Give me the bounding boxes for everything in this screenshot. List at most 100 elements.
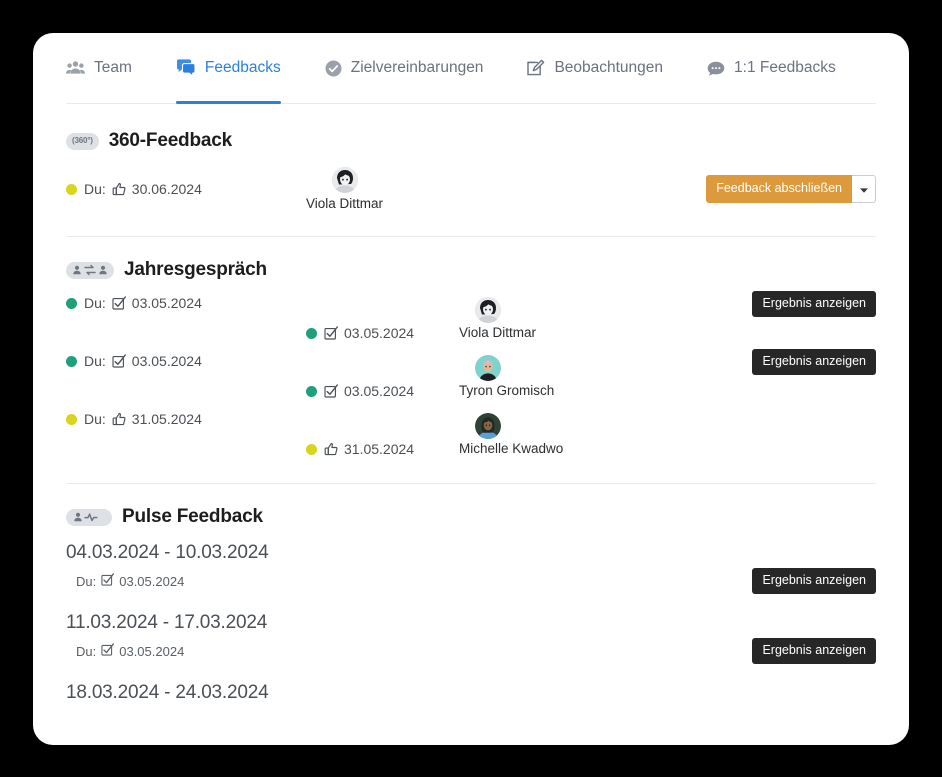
status-dot-green [66, 297, 77, 309]
pencil-square-icon [527, 59, 545, 77]
pulse-row: Du: 03.05.2024 Ergebnis anzeigen [66, 636, 876, 666]
pulse-prefix: Du: [76, 643, 97, 659]
ergebnis-anzeigen-button[interactable]: Ergebnis anzeigen [752, 638, 876, 664]
jahresgespraech-row: Du: 03.05.2024 [66, 347, 876, 405]
person-michelle-kwadwo: Michelle Kwadwo [451, 412, 666, 456]
avatar-michelle-kwadwo [475, 412, 501, 439]
section-jahresgespraech: Jahresgespräch Du: 03.05.2024 03.05.2024… [33, 236, 909, 463]
tab-1-1-feedbacks[interactable]: 1:1 Feedbacks [707, 34, 836, 103]
jahresgespraech-row: Du: 31.05.2024 31.05.2024 Michelle Kwadw… [66, 405, 876, 463]
status-dot-green [306, 327, 317, 339]
check-circle-icon [325, 60, 342, 77]
self-prefix: Du: [84, 295, 106, 311]
peer-date: 03.05.2024 [344, 383, 415, 399]
peer-meta: 31.05.2024 [324, 441, 414, 457]
status-dot-yellow [66, 183, 77, 195]
section-header: (360°) 360-Feedback [66, 130, 876, 152]
status-dot-green [306, 385, 317, 397]
split-button-caret[interactable] [852, 175, 876, 203]
tab-label: 1:1 Feedbacks [734, 59, 836, 77]
person-cell: Viola Dittmar [306, 167, 556, 211]
pulse-date: 03.05.2024 [119, 643, 185, 659]
two-persons-exchange-icon [66, 261, 114, 279]
speech-bubble-dots-icon [707, 61, 725, 76]
checkbox-checked-icon [324, 326, 338, 340]
peer-status-cell: 03.05.2024 [306, 383, 451, 405]
chevron-down-icon [859, 182, 869, 197]
split-button: Feedback abschließen [706, 175, 876, 203]
tab-label: Feedbacks [204, 59, 281, 77]
people-group-icon [66, 60, 85, 76]
peer-status-cell: 03.05.2024 [306, 325, 451, 347]
self-date: 03.05.2024 [131, 353, 202, 369]
checkbox-checked-icon [101, 643, 115, 659]
checkbox-checked-icon [112, 354, 126, 368]
self-status-cell: Du: 03.05.2024 [66, 289, 306, 311]
pulse-date: 03.05.2024 [119, 573, 185, 589]
feedback-row: Du: 30.06.2024 Viola Dittmar Feedback ab… [66, 160, 876, 218]
section-header: Pulse Feedback [66, 506, 876, 528]
tab-zielvereinbarungen[interactable]: Zielvereinbarungen [325, 34, 484, 103]
tab-bar: Team Feedbacks Zielvereinbarungen Beobac… [66, 33, 876, 104]
person-viola-dittmar: Viola Dittmar [451, 296, 666, 340]
person-viola-dittmar: Viola Dittmar [306, 167, 383, 211]
peer-status-cell: 31.05.2024 [306, 441, 451, 463]
feedback-card: Team Feedbacks Zielvereinbarungen Beobac… [33, 33, 909, 745]
pulse-period-range: 04.03.2024 - 10.03.2024 [66, 542, 269, 563]
self-meta: Du: 31.05.2024 [84, 411, 202, 427]
ergebnis-anzeigen-button[interactable]: Ergebnis anzeigen [752, 291, 876, 317]
peer-date: 03.05.2024 [344, 325, 415, 341]
pulse-period-range: 11.03.2024 - 17.03.2024 [66, 612, 268, 633]
self-prefix: Du: [84, 411, 106, 427]
tab-team[interactable]: Team [66, 34, 132, 103]
thumbs-up-icon [112, 182, 126, 196]
feedback-abschliessen-button[interactable]: Feedback abschließen [706, 175, 852, 203]
checkbox-checked-icon [101, 573, 115, 589]
action-cell: Feedback abschließen [556, 175, 876, 203]
action-cell: Ergebnis anzeigen [666, 638, 876, 664]
action-cell: Ergebnis anzeigen [666, 347, 876, 375]
self-date: 03.05.2024 [131, 295, 202, 311]
tab-label: Zielvereinbarungen [350, 59, 484, 77]
ergebnis-anzeigen-button[interactable]: Ergebnis anzeigen [752, 568, 876, 594]
self-date: 30.06.2024 [131, 181, 202, 197]
self-meta: Du: 30.06.2024 [84, 181, 202, 197]
person-name: Viola Dittmar [459, 324, 537, 340]
status-dot-green [66, 355, 77, 367]
tab-beobachtungen[interactable]: Beobachtungen [527, 34, 663, 103]
pulse-row: Du: 03.05.2024 Ergebnis anzeigen [66, 566, 876, 596]
checkbox-checked-icon [112, 296, 126, 310]
ergebnis-anzeigen-button[interactable]: Ergebnis anzeigen [752, 349, 876, 375]
peer-date: 31.05.2024 [344, 441, 415, 457]
section-title: Jahresgespräch [124, 259, 267, 280]
self-status-cell: Du: 30.06.2024 [66, 181, 306, 197]
person-name: Tyron Gromisch [459, 382, 555, 398]
avatar-viola-dittmar [331, 167, 358, 193]
person-tyron-gromisch: Tyron Gromisch [451, 354, 666, 398]
avatar-tyron-gromisch [475, 354, 501, 381]
action-cell: Ergebnis anzeigen [666, 568, 876, 594]
person-name: Michelle Kwadwo [459, 440, 564, 456]
person-name: Viola Dittmar [306, 196, 384, 211]
pulse-period-range: 18.03.2024 - 24.03.2024 [66, 682, 269, 703]
action-cell [666, 405, 876, 407]
status-dot-yellow [306, 443, 317, 455]
pulse-entry-meta: Du: 03.05.2024 [66, 573, 666, 589]
section-header: Jahresgespräch [66, 259, 876, 281]
person-pulse-icon [66, 508, 112, 526]
self-meta: Du: 03.05.2024 [84, 353, 202, 369]
section-360-feedback: (360°) 360-Feedback Du: 30.06.2024 Viola… [33, 104, 909, 218]
section-pulse-feedback: Pulse Feedback 04.03.2024 - 10.03.2024 D… [33, 483, 909, 706]
tab-feedbacks[interactable]: Feedbacks [175, 34, 281, 104]
jahresgespraech-row: Du: 03.05.2024 [66, 289, 876, 347]
action-cell: Ergebnis anzeigen [666, 289, 876, 317]
avatar-viola-dittmar [475, 296, 501, 323]
self-status-cell: Du: 03.05.2024 [66, 347, 306, 369]
tab-label: Beobachtungen [554, 59, 664, 77]
self-meta: Du: 03.05.2024 [84, 295, 202, 311]
pulse-entry-meta: Du: 03.05.2024 [66, 643, 666, 659]
360-badge-icon: (360°) [66, 132, 99, 150]
self-status-cell: Du: 31.05.2024 [66, 405, 306, 427]
self-prefix: Du: [84, 181, 106, 197]
thumbs-up-icon [324, 442, 338, 456]
